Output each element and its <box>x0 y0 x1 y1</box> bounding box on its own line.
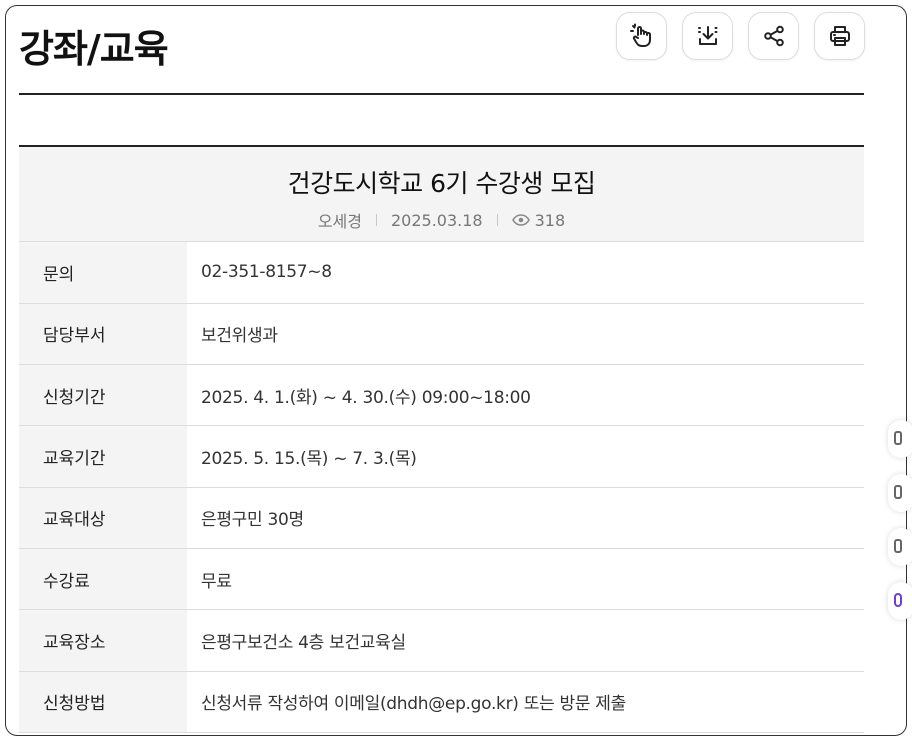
title-divider <box>19 93 864 95</box>
eye-icon <box>511 214 530 226</box>
quick-menu-item[interactable] <box>888 582 912 620</box>
row-label-course-period: 교육기간 <box>19 425 187 488</box>
table-row: 교육장소 은평구보건소 4층 보건교육실 <box>19 609 864 672</box>
row-value-department: 보건위생과 <box>201 326 278 347</box>
download-button[interactable] <box>682 12 733 60</box>
share-icon <box>763 25 784 47</box>
download-icon <box>697 26 718 45</box>
quick-menu-item[interactable] <box>888 528 912 566</box>
menu-icon <box>894 485 902 499</box>
row-value-course-period: 2025. 5. 15.(목) ~ 7. 3.(목) <box>201 449 417 470</box>
post-date: 2025.03.18 <box>391 210 483 230</box>
row-label-location: 교육장소 <box>19 609 187 672</box>
quick-menu-item[interactable] <box>888 420 912 458</box>
table-row: 교육기간 2025. 5. 15.(목) ~ 7. 3.(목) <box>19 425 864 488</box>
post-views: 318 <box>511 210 566 230</box>
row-value-application-method: 신청서류 작성하여 이메일(dhdh@ep.go.kr) 또는 방문 제출 <box>201 694 626 715</box>
menu-icon <box>894 431 902 445</box>
info-table: 문의 02-351-8157~8 담당부서 보건위생과 신청기간 2025. 4… <box>19 242 864 733</box>
row-label-application-period: 신청기간 <box>19 364 187 426</box>
menu-icon <box>894 593 902 607</box>
post-author: 오세경 <box>317 212 362 231</box>
table-row: 문의 02-351-8157~8 <box>19 242 864 304</box>
row-label-fee: 수강료 <box>19 548 187 610</box>
table-row: 교육대상 은평구민 30명 <box>19 487 864 549</box>
share-button[interactable] <box>748 12 799 60</box>
row-value-fee: 무료 <box>201 571 232 592</box>
quick-menu-item[interactable] <box>888 474 912 512</box>
row-value-inquiry: 02-351-8157~8 <box>201 262 332 283</box>
table-row: 수강료 무료 <box>19 548 864 610</box>
hand-touch-icon <box>629 23 651 47</box>
post-header: 건강도시학교 6기 수강생 모집 오세경 2025.03.18 318 <box>19 147 864 242</box>
page-title: 강좌/교육 <box>19 27 169 71</box>
meta-separator <box>496 214 498 226</box>
row-value-target: 은평구민 30명 <box>201 510 304 531</box>
touch-zoom-button[interactable] <box>616 12 667 60</box>
printer-icon <box>829 26 850 46</box>
post-title: 건강도시학교 6기 수강생 모집 <box>287 169 596 198</box>
print-button[interactable] <box>814 12 865 60</box>
post-meta: 오세경 2025.03.18 318 <box>19 208 864 232</box>
table-row: 신청기간 2025. 4. 1.(화) ~ 4. 30.(수) 09:00~18… <box>19 364 864 426</box>
table-row: 신청방법 신청서류 작성하여 이메일(dhdh@ep.go.kr) 또는 방문 … <box>19 671 864 733</box>
row-label-department: 담당부서 <box>19 303 187 365</box>
toolbar <box>616 12 865 60</box>
meta-separator <box>376 214 377 226</box>
page-frame: 강좌/교육 건강도시학교 6기 수강생 모집 오세경 2025.03.18 31… <box>5 5 907 736</box>
table-row: 담당부서 보건위생과 <box>19 303 864 365</box>
row-value-application-period: 2025. 4. 1.(화) ~ 4. 30.(수) 09:00~18:00 <box>201 387 531 408</box>
row-label-target: 교육대상 <box>19 487 187 549</box>
view-count: 318 <box>534 210 566 230</box>
row-label-application-method: 신청방법 <box>19 671 187 733</box>
menu-icon <box>894 539 902 553</box>
row-value-location: 은평구보건소 4층 보건교육실 <box>201 632 406 653</box>
row-label-inquiry: 문의 <box>19 242 187 304</box>
